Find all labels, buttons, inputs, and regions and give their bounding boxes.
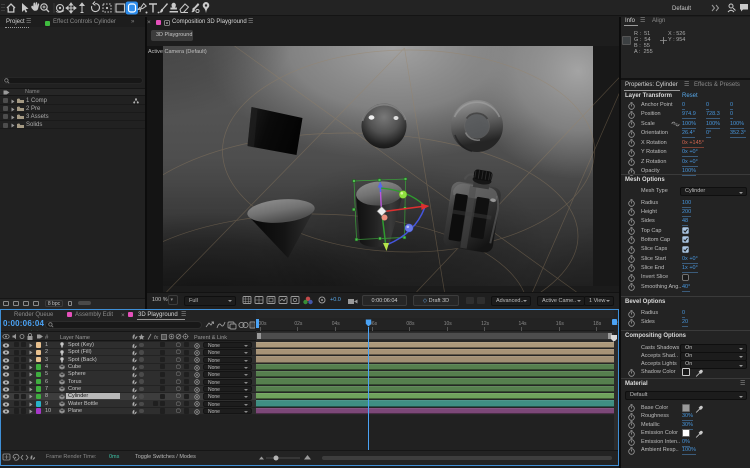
svg-text:fx: fx: [154, 335, 159, 341]
svg-text:Parent & Link: Parent & Link: [194, 335, 227, 341]
svg-text:#: #: [45, 335, 49, 341]
svg-text:Default: Default: [672, 6, 691, 12]
svg-text:Layer Name: Layer Name: [60, 335, 90, 341]
